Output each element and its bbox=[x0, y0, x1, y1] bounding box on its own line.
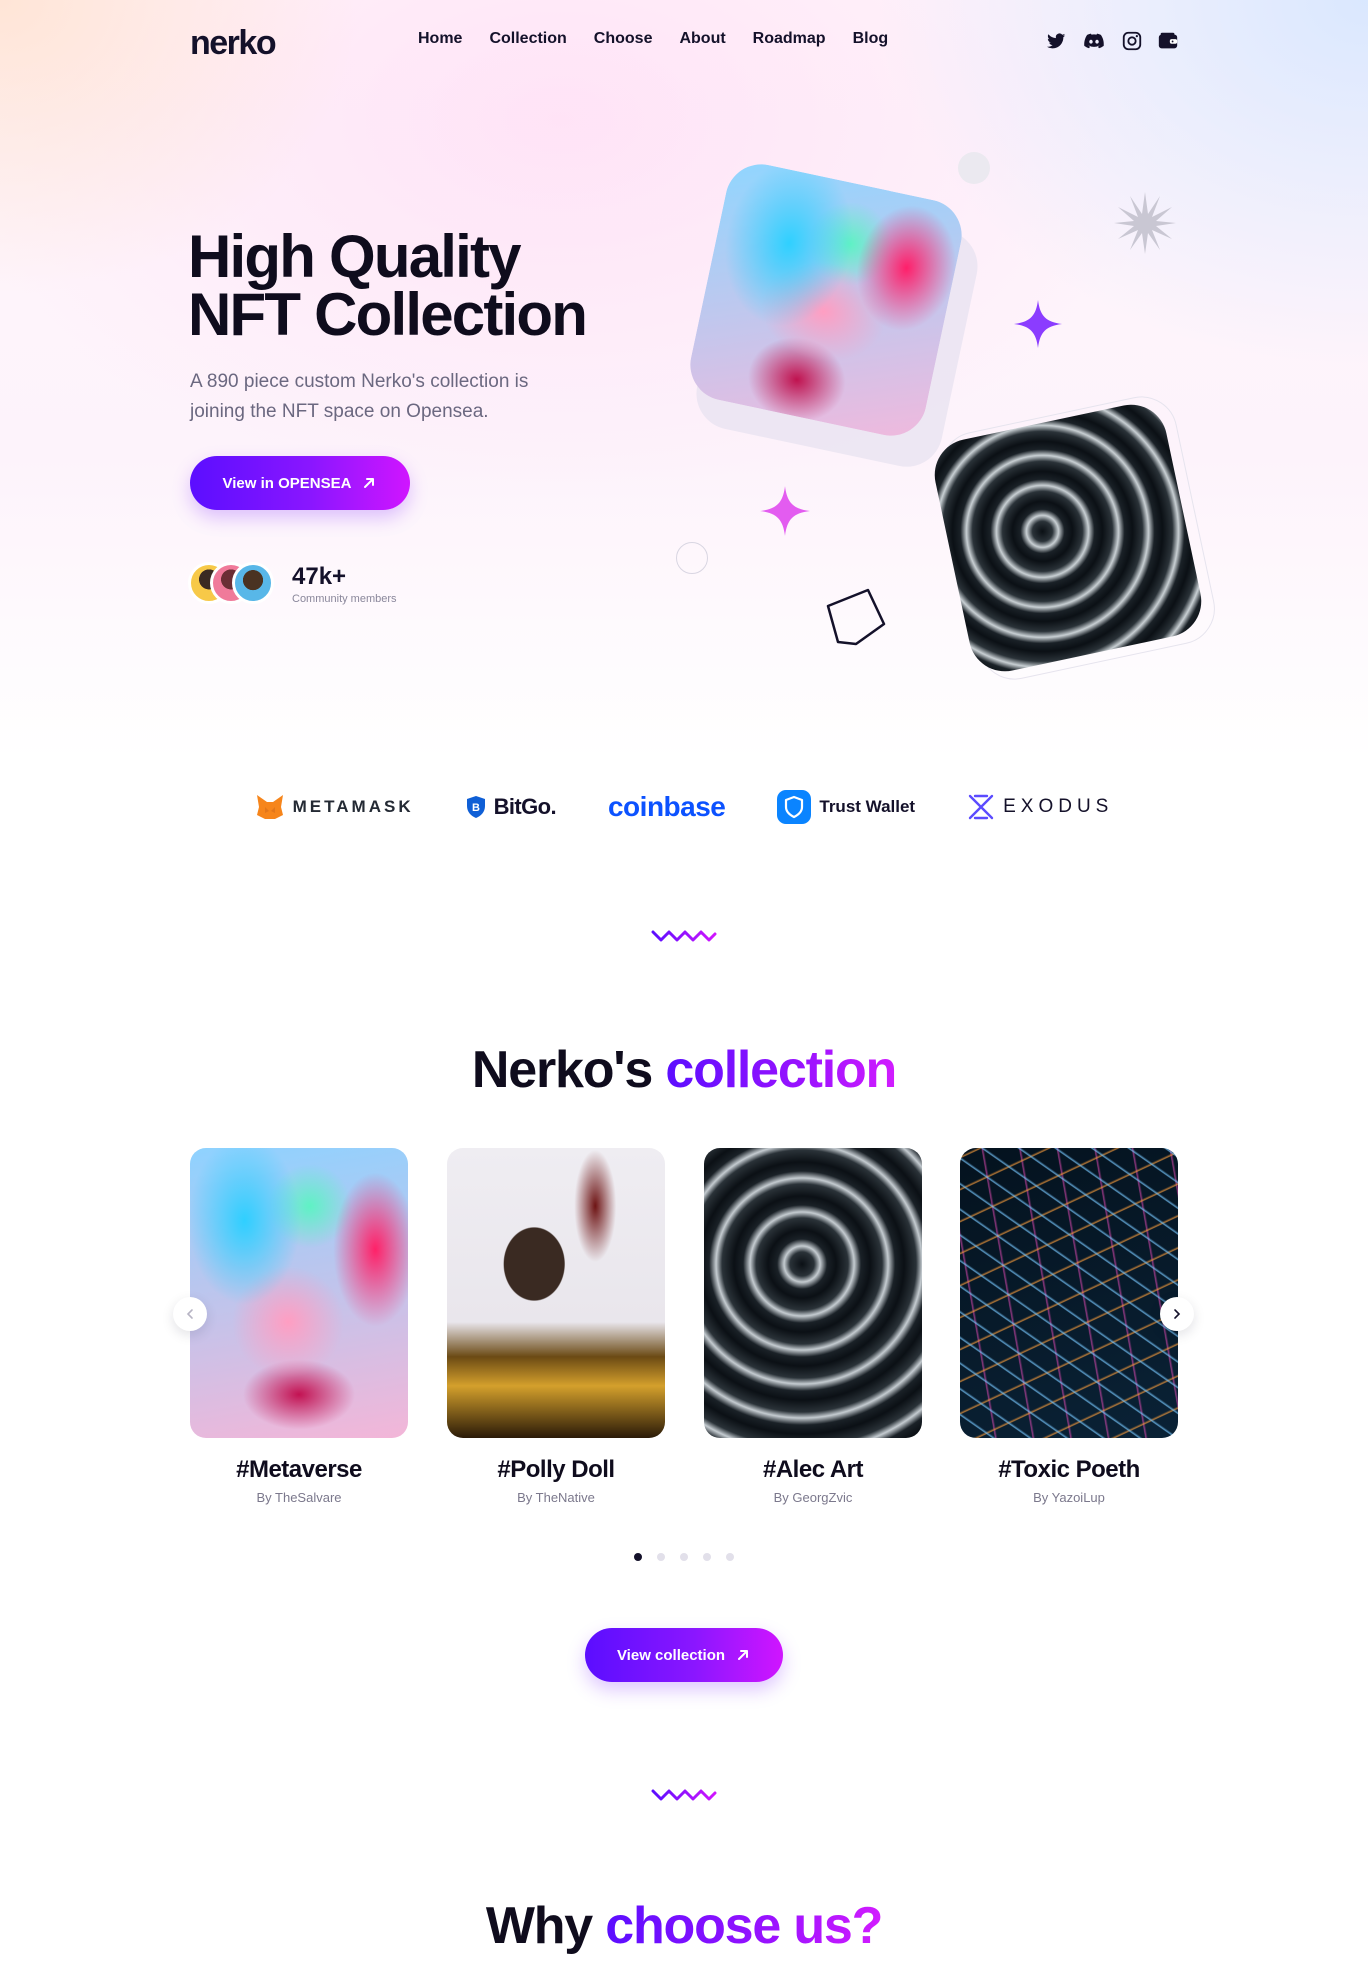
metamask-fox-icon bbox=[256, 795, 283, 819]
card-author: By TheNative bbox=[517, 1490, 595, 1505]
hero-subtitle: A 890 piece custom Nerko's collection is… bbox=[190, 371, 529, 422]
collection-card[interactable]: #Metaverse By TheSalvare bbox=[190, 1148, 408, 1505]
hero-title-line2: NFT Collection bbox=[188, 281, 588, 348]
nav-home[interactable]: Home bbox=[418, 30, 462, 48]
pagination-dot[interactable] bbox=[657, 1553, 665, 1561]
hero-title-line1: High Quality bbox=[188, 223, 522, 290]
sparkle-icon bbox=[760, 486, 810, 536]
deco-circle bbox=[958, 152, 990, 184]
members-count: 47k+ bbox=[292, 563, 347, 590]
partner-bitgo-label: BitGo. bbox=[493, 794, 557, 819]
nav-choose[interactable]: Choose bbox=[594, 30, 653, 48]
view-collection-button[interactable]: View collection bbox=[585, 1628, 783, 1682]
partner-coinbase: coinbase bbox=[607, 791, 726, 823]
arrow-up-right-icon bbox=[738, 1650, 749, 1660]
collection-title-accent: collection bbox=[665, 1041, 897, 1099]
partner-metamask-label: METAMASK bbox=[292, 797, 414, 816]
bitgo-shield-icon: B bbox=[466, 796, 485, 818]
partner-logos: METAMASK B BitGo. coinbase Trust Wallet … bbox=[0, 790, 1368, 824]
logo[interactable]: nerko bbox=[190, 24, 277, 63]
card-title: #Toxic Poeth bbox=[998, 1456, 1140, 1483]
svg-text:B: B bbox=[472, 802, 480, 814]
collection-card[interactable]: #Toxic Poeth By YazoiLup bbox=[960, 1148, 1178, 1505]
deco-circle-outline bbox=[676, 542, 708, 574]
discord-icon[interactable] bbox=[1083, 30, 1105, 52]
nav-roadmap[interactable]: Roadmap bbox=[753, 30, 826, 48]
hero-art-liquid bbox=[928, 398, 1208, 678]
hero-art-pastel bbox=[683, 157, 969, 443]
card-image bbox=[704, 1148, 922, 1438]
exodus-logo-icon bbox=[968, 794, 994, 820]
view-collection-label: View collection bbox=[616, 1646, 726, 1664]
partner-exodus-label: EXODUS bbox=[1003, 796, 1114, 817]
members-label: Community members bbox=[292, 593, 397, 605]
nav-collection[interactable]: Collection bbox=[489, 30, 566, 48]
choose-title-plain: Why bbox=[485, 1897, 593, 1955]
card-author: By YazoiLup bbox=[1033, 1490, 1105, 1505]
collection-card[interactable]: #Alec Art By GeorgZvic bbox=[704, 1148, 922, 1505]
community-avatars bbox=[188, 562, 278, 606]
pagination-dot[interactable] bbox=[726, 1553, 734, 1561]
carousel-pagination bbox=[634, 1553, 734, 1561]
view-in-opensea-label: View in OPENSEA bbox=[222, 474, 352, 492]
card-author: By GeorgZvic bbox=[773, 1490, 853, 1505]
partner-trust-wallet: Trust Wallet bbox=[777, 790, 915, 824]
nav-blog[interactable]: Blog bbox=[853, 30, 889, 48]
collection-title: Nerko's collection bbox=[0, 1040, 1368, 1100]
wave-divider-icon bbox=[651, 930, 717, 942]
partner-trust-wallet-label: Trust Wallet bbox=[819, 797, 916, 816]
collection-title-plain: Nerko's bbox=[471, 1041, 653, 1099]
instagram-icon[interactable] bbox=[1121, 30, 1143, 52]
twitter-icon[interactable] bbox=[1045, 30, 1067, 52]
wallet-icon[interactable] bbox=[1157, 30, 1179, 52]
card-author: By TheSalvare bbox=[256, 1490, 342, 1505]
card-image bbox=[190, 1148, 408, 1438]
choose-title: Why choose us? bbox=[0, 1896, 1368, 1956]
main-nav: Home Collection Choose About Roadmap Blo… bbox=[418, 30, 915, 48]
card-title: #Metaverse bbox=[236, 1456, 362, 1483]
partner-exodus: EXODUS bbox=[967, 793, 1113, 821]
pagination-dot[interactable] bbox=[680, 1553, 688, 1561]
choose-title-accent: choose us? bbox=[605, 1897, 883, 1955]
wave-divider-icon bbox=[651, 1789, 717, 1801]
carousel-prev-button[interactable] bbox=[173, 1297, 207, 1331]
card-title: #Alec Art bbox=[763, 1456, 863, 1483]
card-image bbox=[447, 1148, 665, 1438]
arrow-up-right-icon bbox=[364, 478, 375, 488]
pagination-dot[interactable] bbox=[634, 1553, 642, 1561]
sparkle-icon bbox=[1014, 300, 1062, 348]
nav-about[interactable]: About bbox=[679, 30, 725, 48]
avatar bbox=[232, 562, 274, 604]
hero-title: High Quality NFT Collection bbox=[188, 227, 708, 345]
partner-coinbase-label: coinbase bbox=[607, 791, 726, 822]
view-in-opensea-button[interactable]: View in OPENSEA bbox=[190, 456, 410, 510]
cube-outline-icon bbox=[826, 588, 886, 646]
partner-bitgo: B BitGo. bbox=[466, 794, 557, 820]
chevron-right-icon bbox=[1174, 1309, 1181, 1319]
chevron-left-icon bbox=[186, 1309, 193, 1319]
trust-wallet-shield-icon bbox=[777, 790, 812, 824]
carousel-next-button[interactable] bbox=[1160, 1297, 1194, 1331]
partner-metamask: METAMASK bbox=[255, 793, 414, 821]
collection-card[interactable]: #Polly Doll By TheNative bbox=[447, 1148, 665, 1505]
pagination-dot[interactable] bbox=[703, 1553, 711, 1561]
card-image bbox=[960, 1148, 1178, 1438]
card-title: #Polly Doll bbox=[497, 1456, 615, 1483]
starburst-icon bbox=[1114, 192, 1176, 254]
